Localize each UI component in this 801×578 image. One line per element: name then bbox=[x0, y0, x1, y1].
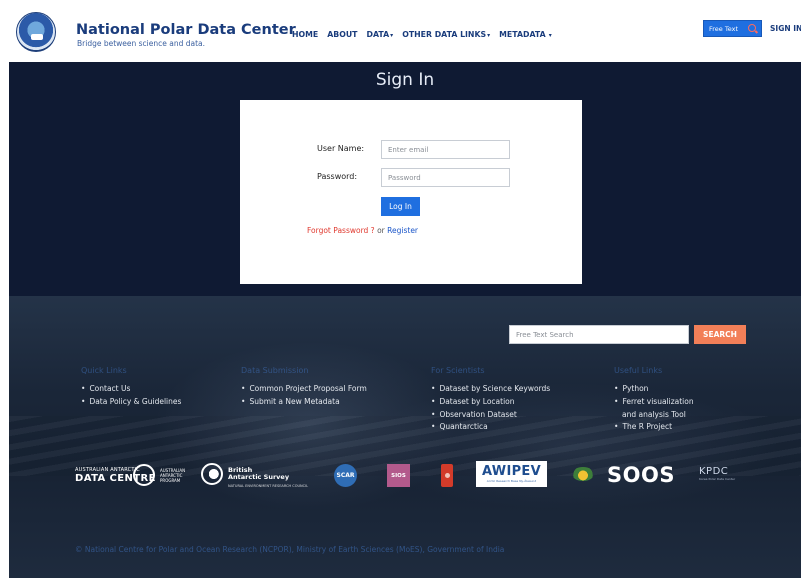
nav-other-data-links-label: OTHER DATA LINKS bbox=[402, 30, 487, 39]
nav-metadata-label: METADATA bbox=[499, 30, 546, 39]
account-links: Forgot Password ? or Register bbox=[307, 226, 418, 235]
chevron-down-icon: ▾ bbox=[390, 32, 394, 39]
nav-metadata[interactable]: METADATA ▾ bbox=[499, 30, 552, 39]
site-subtitle: Bridge between science and data. bbox=[77, 39, 206, 48]
soos-logo[interactable]: SOOS bbox=[607, 460, 675, 490]
signin-section: Sign In User Name: Password: Log In Forg… bbox=[9, 62, 801, 296]
bas-logo-text: British Antarctic Survey NATURAL ENVIRON… bbox=[228, 467, 309, 489]
nav-about[interactable]: ABOUT bbox=[327, 30, 357, 39]
footer-link-ferret-continued[interactable]: and analysis Tool bbox=[614, 409, 694, 422]
logo-emblem bbox=[31, 34, 43, 40]
free-text-label: Free Text bbox=[709, 24, 739, 33]
nav-about-label: ABOUT bbox=[327, 30, 358, 39]
password-label: Password: bbox=[317, 172, 358, 181]
free-text-search-button[interactable]: Free Text bbox=[703, 20, 762, 37]
register-link[interactable]: Register bbox=[387, 226, 418, 235]
footer-column-quick-links: Quick Links Contact Us Data Policy & Gui… bbox=[81, 366, 181, 409]
footer-link-by-location[interactable]: Dataset by Location bbox=[431, 396, 550, 409]
footer-column-title: Quick Links bbox=[81, 366, 127, 375]
aap-logo-text: AUSTRALIAN ANTARCTIC PROGRAM bbox=[160, 468, 185, 483]
scar-logo[interactable]: SCAR bbox=[334, 464, 357, 487]
kpdc-logo[interactable]: KPDC Korea Polar Data Center bbox=[699, 466, 735, 496]
username-label: User Name: bbox=[317, 144, 365, 153]
footer-link-python[interactable]: Python bbox=[614, 383, 694, 396]
username-input[interactable] bbox=[381, 140, 510, 159]
bas-logo-line-3: NATURAL ENVIRONMENT RESEARCH COUNCIL bbox=[228, 484, 309, 488]
nav-data-label: DATA bbox=[366, 30, 390, 39]
red-emblem-logo-icon[interactable] bbox=[441, 464, 453, 487]
footer-link-contact-us[interactable]: Contact Us bbox=[81, 383, 181, 396]
footer-column-title: Data Submission bbox=[241, 366, 309, 375]
footer-column-title: Useful Links bbox=[614, 366, 663, 375]
footer-link-science-keywords[interactable]: Dataset by Science Keywords bbox=[431, 383, 550, 396]
aap-logo-line-3: PROGRAM bbox=[160, 478, 181, 483]
chevron-down-icon: ▾ bbox=[487, 32, 491, 39]
site-title[interactable]: National Polar Data Center bbox=[76, 22, 296, 38]
page-title: Sign In bbox=[375, 70, 435, 90]
footer-link-data-policy[interactable]: Data Policy & Guidelines bbox=[81, 396, 181, 409]
or-text: or bbox=[377, 226, 385, 235]
sios-logo[interactable]: SIOS bbox=[387, 464, 410, 487]
aap-ring-logo-icon[interactable] bbox=[133, 464, 155, 486]
footer-column-useful-links: Useful Links Python Ferret visualization… bbox=[614, 366, 694, 434]
partner-logos: AUSTRALIAN ANTARCTIC DATA CENTRE AUSTRAL… bbox=[9, 460, 801, 492]
footer-link-r-project[interactable]: The R Project bbox=[614, 421, 694, 434]
copyright-text: © National Centre for Polar and Ocean Re… bbox=[75, 545, 505, 554]
nav-other-data-links[interactable]: OTHER DATA LINKS▾ bbox=[402, 30, 490, 39]
bas-logo-icon[interactable] bbox=[201, 463, 223, 485]
main-nav: HOME ABOUT DATA▾ OTHER DATA LINKS▾ METAD… bbox=[292, 30, 552, 39]
search-icon bbox=[748, 24, 756, 32]
site-footer: SEARCH Quick Links Contact Us Data Polic… bbox=[9, 296, 801, 578]
footer-link-submit-metadata[interactable]: Submit a New Metadata bbox=[241, 396, 367, 409]
ncpor-logo-icon[interactable] bbox=[16, 12, 56, 52]
kpdc-logo-text: KPDC bbox=[699, 466, 729, 477]
awipev-logo[interactable]: AWIPEV Arctic Research Base Ny-Ålesund bbox=[476, 461, 547, 487]
bas-logo-line-2: Antarctic Survey bbox=[228, 473, 290, 481]
login-button[interactable]: Log In bbox=[381, 197, 420, 216]
nav-home[interactable]: HOME bbox=[292, 30, 318, 39]
footer-link-observation-dataset[interactable]: Observation Dataset bbox=[431, 409, 550, 422]
footer-link-ferret[interactable]: Ferret visualization bbox=[614, 396, 693, 409]
nav-data[interactable]: DATA▾ bbox=[367, 30, 394, 39]
footer-search-button[interactable]: SEARCH bbox=[694, 325, 746, 344]
footer-link-quantarctica[interactable]: Quantarctica bbox=[431, 421, 550, 434]
footer-link-project-proposal[interactable]: Common Project Proposal Form bbox=[241, 383, 366, 396]
sign-in-link[interactable]: SIGN IN bbox=[770, 24, 801, 33]
bird-emblem-logo-icon[interactable] bbox=[572, 467, 594, 481]
site-header: National Polar Data Center Bridge betwee… bbox=[0, 0, 801, 62]
footer-search-input[interactable] bbox=[509, 325, 689, 344]
footer-column-for-scientists: For Scientists Dataset by Science Keywor… bbox=[431, 366, 550, 434]
footer-column-data-submission: Data Submission Common Project Proposal … bbox=[241, 366, 367, 409]
footer-column-title: For Scientists bbox=[431, 366, 485, 375]
signin-card: User Name: Password: Log In Forgot Passw… bbox=[240, 100, 582, 284]
nav-home-label: HOME bbox=[292, 30, 319, 39]
forgot-password-link[interactable]: Forgot Password ? bbox=[307, 226, 375, 235]
chevron-down-icon: ▾ bbox=[546, 32, 552, 39]
password-input[interactable] bbox=[381, 168, 510, 187]
awipev-logo-subtext: Arctic Research Base Ny-Ålesund bbox=[486, 479, 537, 483]
kpdc-logo-subtext: Korea Polar Data Center bbox=[699, 477, 736, 481]
awipev-logo-text: AWIPEV bbox=[482, 464, 541, 479]
